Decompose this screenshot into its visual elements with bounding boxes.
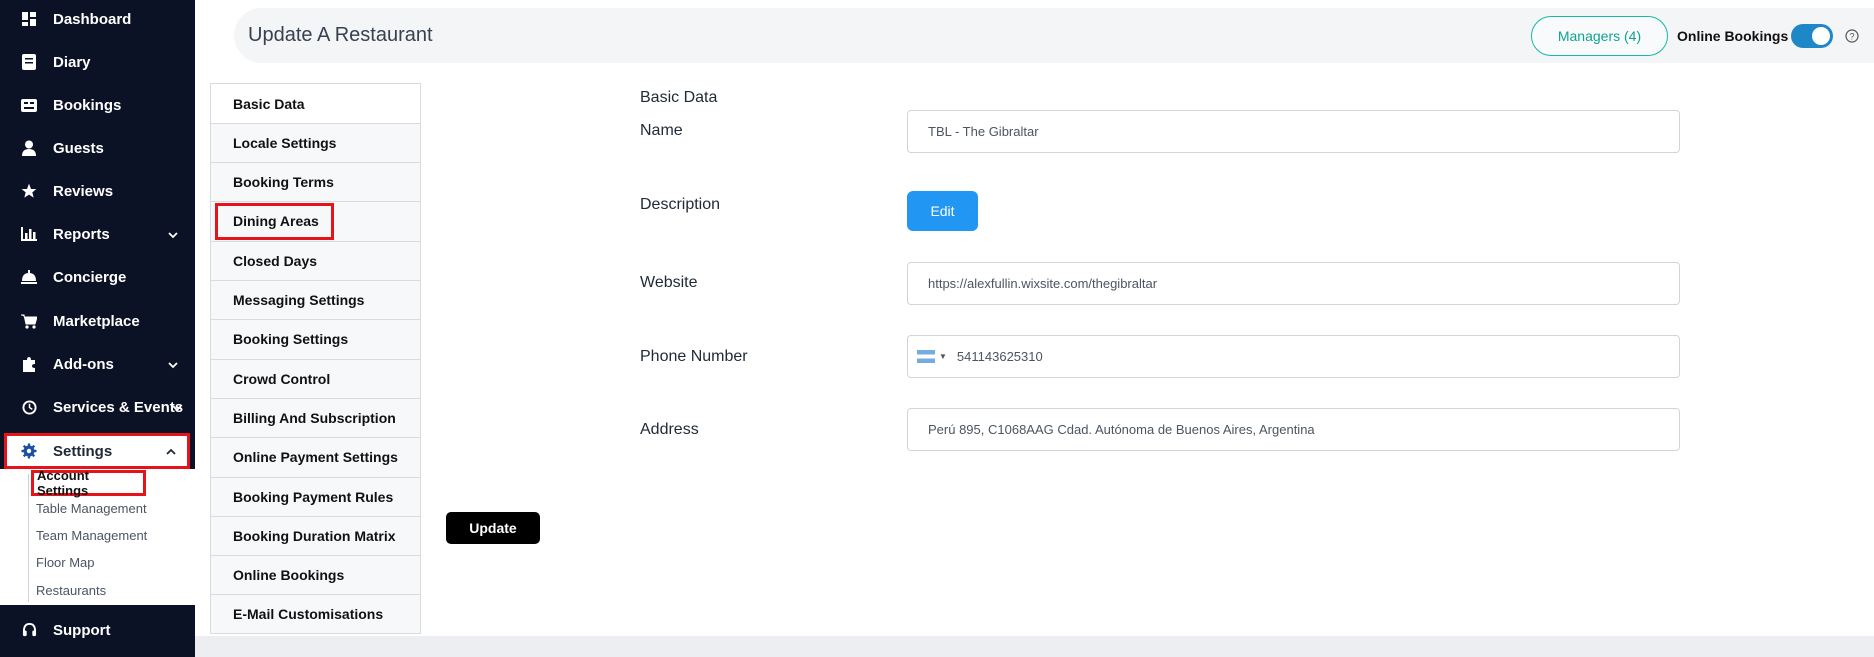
submenu-table-management[interactable]: Table Management — [36, 501, 147, 516]
sidebar-item-reviews[interactable]: Reviews — [0, 173, 195, 209]
sidebar-item-label: Marketplace — [53, 312, 140, 330]
description-label: Description — [640, 196, 721, 213]
submenu-account-settings[interactable]: Account Settings — [31, 468, 146, 498]
argentina-flag-icon[interactable] — [917, 350, 935, 363]
address-label: Address — [640, 421, 699, 438]
sidebar-item-label: Diary — [53, 53, 91, 71]
svg-text:?: ? — [1849, 32, 1854, 42]
dining-areas-highlight — [215, 203, 334, 240]
sidebar-item-bookings[interactable]: Bookings — [0, 87, 195, 123]
name-value: TBL - The Gibraltar — [928, 124, 1039, 139]
tab-crowd-control[interactable]: Crowd Control — [211, 359, 420, 398]
tab-booking-settings[interactable]: Booking Settings — [211, 319, 420, 358]
sidebar-item-label: Reports — [53, 225, 110, 243]
caret-down-icon[interactable]: ▼ — [939, 352, 947, 361]
tab-booking-terms[interactable]: Booking Terms — [211, 162, 420, 201]
sidebar-item-marketplace[interactable]: Marketplace — [0, 303, 195, 339]
submenu-floor-map[interactable]: Floor Map — [36, 555, 95, 570]
managers-button[interactable]: Managers (4) — [1531, 16, 1668, 56]
submenu-restaurants[interactable]: Restaurants — [36, 583, 106, 598]
name-field[interactable]: TBL - The Gibraltar — [907, 110, 1680, 153]
chevron-up-icon — [165, 445, 177, 457]
phone-value: 541143625310 — [956, 349, 1043, 364]
tab-billing-and-subscription[interactable]: Billing And Subscription — [211, 398, 420, 437]
settings-tabs: Basic Data Locale Settings Booking Terms… — [210, 83, 421, 634]
sidebar-item-add-ons[interactable]: Add-ons — [0, 346, 195, 382]
update-button[interactable]: Update — [446, 512, 540, 544]
sidebar-item-dashboard[interactable]: Dashboard — [0, 1, 195, 37]
submenu-divider — [28, 474, 29, 602]
chevron-down-icon — [167, 358, 179, 370]
website-field[interactable]: https://alexfullin.wixsite.com/thegibral… — [907, 262, 1680, 305]
address-value: Perú 895, C1068AAG Cdad. Autónoma de Bue… — [928, 422, 1315, 437]
online-bookings-label: Online Bookings — [1677, 28, 1789, 44]
sidebar-item-label: Settings — [53, 442, 113, 460]
website-label: Website — [640, 274, 698, 291]
tab-messaging-settings[interactable]: Messaging Settings — [211, 280, 420, 319]
tab-e-mail-customisations[interactable]: E-Mail Customisations — [211, 594, 420, 633]
gear-icon — [21, 443, 37, 459]
sidebar-item-guests[interactable]: Guests — [0, 130, 195, 166]
dashboard-icon — [21, 11, 37, 27]
tab-locale-settings[interactable]: Locale Settings — [211, 123, 420, 162]
page-title: Update A Restaurant — [248, 24, 433, 46]
guests-icon — [21, 140, 37, 156]
sidebar: Dashboard Diary Bookings Guests Reviews … — [0, 0, 195, 657]
sidebar-item-label: Support — [53, 621, 111, 639]
online-bookings-toggle[interactable] — [1791, 24, 1833, 48]
section-title: Basic Data — [640, 89, 718, 106]
footer-strip — [195, 636, 1874, 657]
sidebar-item-support[interactable]: Support — [0, 612, 195, 648]
tab-booking-payment-rules[interactable]: Booking Payment Rules — [211, 477, 420, 516]
concierge-icon — [21, 269, 37, 285]
clock-icon — [21, 399, 37, 415]
sidebar-item-label: Dashboard — [53, 10, 132, 28]
sidebar-item-concierge[interactable]: Concierge — [0, 259, 195, 295]
chart-icon — [21, 226, 37, 242]
sidebar-item-settings[interactable]: Settings — [4, 433, 190, 469]
chevron-down-icon — [171, 401, 183, 413]
tab-closed-days[interactable]: Closed Days — [211, 241, 420, 280]
edit-description-button[interactable]: Edit — [907, 191, 978, 231]
puzzle-icon — [21, 356, 37, 372]
sidebar-item-label: Services & Events — [53, 398, 184, 416]
submenu-team-management[interactable]: Team Management — [36, 528, 147, 543]
headset-icon — [21, 622, 37, 638]
sidebar-item-services-events[interactable]: Services & Events — [0, 389, 195, 425]
sidebar-item-reports[interactable]: Reports — [0, 216, 195, 252]
tab-booking-duration-matrix[interactable]: Booking Duration Matrix — [211, 516, 420, 555]
sidebar-item-label: Bookings — [53, 96, 122, 114]
name-label: Name — [640, 122, 683, 139]
tab-basic-data[interactable]: Basic Data — [211, 84, 420, 123]
sidebar-item-diary[interactable]: Diary — [0, 44, 195, 80]
sidebar-item-label: Reviews — [53, 182, 114, 200]
star-icon — [21, 183, 37, 199]
sidebar-item-label: Guests — [53, 139, 104, 157]
tab-online-payment-settings[interactable]: Online Payment Settings — [211, 437, 420, 476]
address-field[interactable]: Perú 895, C1068AAG Cdad. Autónoma de Bue… — [907, 408, 1680, 451]
sidebar-item-label: Concierge — [53, 268, 127, 286]
cart-icon — [21, 313, 37, 329]
help-icon[interactable]: ? — [1845, 29, 1859, 43]
diary-icon — [21, 54, 37, 70]
toggle-knob — [1812, 27, 1830, 45]
phone-field[interactable]: ▼ 541143625310 — [907, 335, 1680, 378]
phone-label: Phone Number — [640, 348, 748, 365]
website-value: https://alexfullin.wixsite.com/thegibral… — [928, 276, 1158, 291]
chevron-down-icon — [167, 228, 179, 240]
tab-online-bookings[interactable]: Online Bookings — [211, 555, 420, 594]
sidebar-item-label: Add-ons — [53, 355, 114, 373]
bookings-icon — [21, 97, 37, 113]
